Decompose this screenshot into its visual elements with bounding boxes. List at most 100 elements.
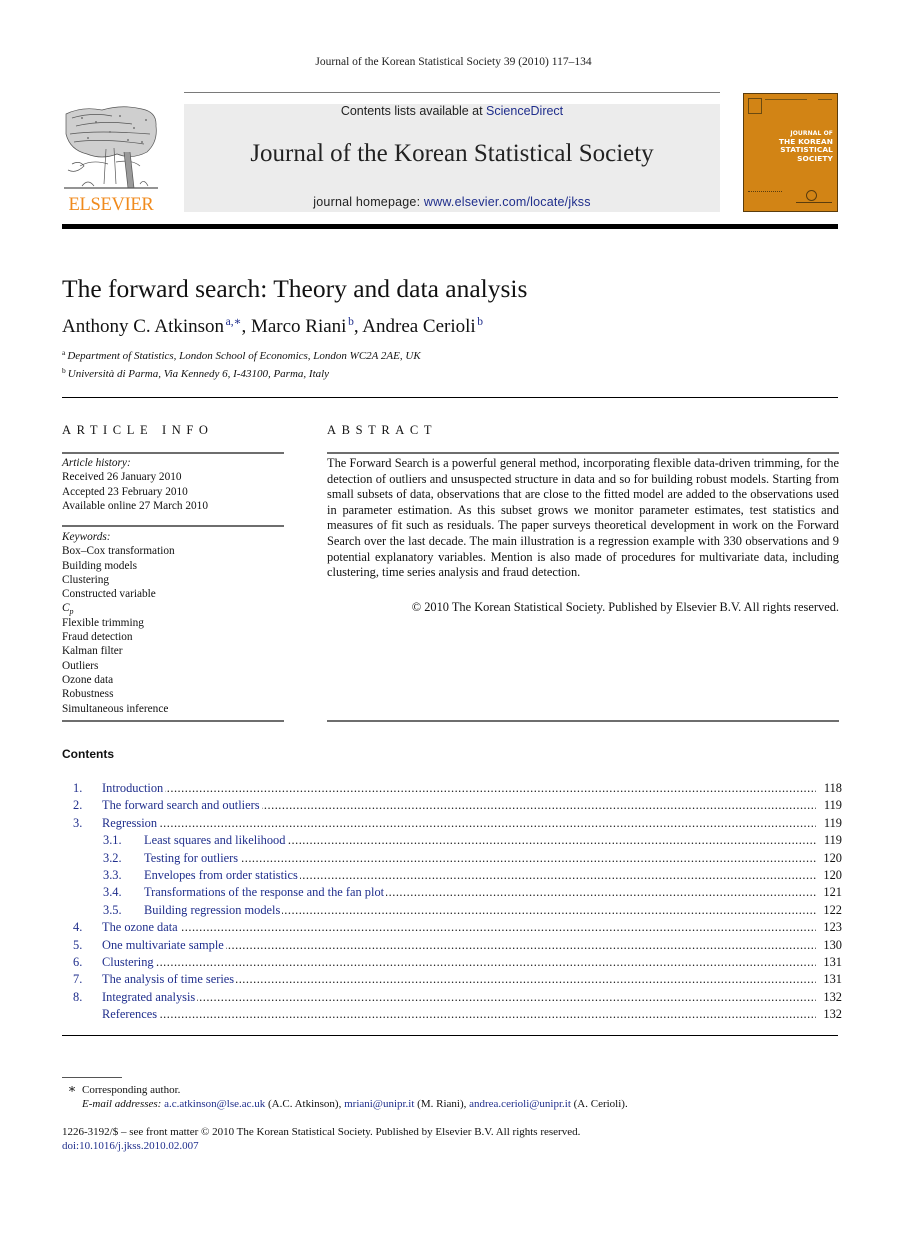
toc-number: 4. <box>73 920 83 935</box>
email-label: E-mail addresses: <box>82 1098 162 1110</box>
section-divider <box>62 397 838 398</box>
toc-title-link[interactable]: Introduction <box>102 781 166 795</box>
toc-dot-leader: ........................................… <box>102 954 816 969</box>
toc-number: 3.5. <box>103 902 122 917</box>
toc-title-link[interactable]: Integrated analysis <box>102 989 198 1004</box>
toc-entry[interactable]: 3.4.....................................… <box>62 884 842 901</box>
affiliation: a Department of Statistics, London School… <box>62 349 421 362</box>
keyword: Kalman filter <box>62 645 123 658</box>
toc-title-link[interactable]: The ozone data <box>102 920 180 935</box>
toc-entry[interactable]: 3.2.....................................… <box>62 850 842 867</box>
corresponding-author-note: ∗ Corresponding author. <box>62 1081 181 1097</box>
author-name: Anthony C. Atkinson <box>62 316 225 337</box>
toc-dot-leader: ........................................… <box>102 989 816 1004</box>
author-separator: , <box>241 316 251 337</box>
article-info-rule <box>62 720 284 722</box>
affiliation: b Università di Parma, Via Kennedy 6, I-4… <box>62 366 329 380</box>
toc-number: 2. <box>73 798 83 813</box>
toc-entry[interactable]: 1.......................................… <box>62 780 842 797</box>
toc-entry[interactable]: 7.......................................… <box>62 971 842 988</box>
author-separator: , <box>353 316 363 337</box>
toc-title-link[interactable]: One multivariate sample <box>102 937 226 952</box>
toc-entry[interactable]: 5.......................................… <box>62 937 842 954</box>
keywords-label: Keywords: <box>62 531 111 543</box>
toc-title-link[interactable]: Building regression models <box>144 902 283 917</box>
footnote-star: ∗ <box>67 1081 77 1096</box>
email-link[interactable]: mriani@unipr.it <box>344 1098 414 1110</box>
toc-title-container: ........................................… <box>144 850 816 867</box>
toc-number: 3.3. <box>103 867 122 882</box>
toc-title-container: ........................................… <box>102 937 816 954</box>
toc-entry[interactable]: ........................................… <box>62 1006 842 1023</box>
cover-topline-right <box>818 99 832 100</box>
homepage-link[interactable]: www.elsevier.com/locate/jkss <box>424 195 591 209</box>
contents-availability: Contents lists available at ScienceDirec… <box>184 104 720 118</box>
toc-title-container: ........................................… <box>144 902 816 919</box>
author-affil-link[interactable]: a,∗ <box>226 316 242 328</box>
elsevier-logo[interactable]: ELSEVIER <box>62 104 160 215</box>
toc-page-number: 132 <box>823 989 842 1004</box>
email-link[interactable]: andrea.cerioli@unipr.it <box>469 1098 571 1110</box>
toc-entry[interactable]: 8.......................................… <box>62 989 842 1006</box>
email-link[interactable]: a.c.atkinson@lse.ac.uk <box>164 1098 265 1110</box>
toc-entry[interactable]: 3.5.....................................… <box>62 902 842 919</box>
toc-entry[interactable]: 2.......................................… <box>62 797 842 814</box>
corresponding-author-text: Corresponding author. <box>82 1084 181 1096</box>
toc-entry[interactable]: 3.3.....................................… <box>62 867 842 884</box>
abstract-rule <box>327 452 839 454</box>
toc-title-link[interactable]: The analysis of time series <box>102 972 237 987</box>
toc-number: 3.4. <box>103 885 122 900</box>
toc-page-number: 131 <box>823 954 842 969</box>
toc-title-link[interactable]: Testing for outliers <box>144 850 241 865</box>
doi-link[interactable]: doi:10.1016/j.jkss.2010.02.007 <box>62 1140 199 1152</box>
toc-dot-leader: ........................................… <box>102 920 816 935</box>
email-owner: (A.C. Atkinson), <box>265 1098 345 1110</box>
keyword-cp: Cp <box>62 602 74 617</box>
toc-title-link[interactable]: Least squares and likelihood <box>144 833 288 848</box>
keywords-list: Keywords: Box–Cox transformation Buildin… <box>62 530 175 716</box>
table-of-contents: 1.......................................… <box>62 780 842 1023</box>
masthead-bottom-rule <box>62 224 838 229</box>
toc-entry[interactable]: 3.1.....................................… <box>62 832 842 849</box>
author-list: Anthony C. Atkinson a,∗, Marco Riani b, … <box>62 316 483 338</box>
toc-title-link[interactable]: Transformations of the response and the … <box>144 885 387 900</box>
keyword: Flexible trimming <box>62 616 144 629</box>
abstract-copyright: © 2010 The Korean Statistical Society. P… <box>411 600 839 614</box>
toc-number: 5. <box>73 937 83 952</box>
toc-entry[interactable]: 6.......................................… <box>62 954 842 971</box>
toc-title-link[interactable]: The forward search and outliers <box>102 798 262 813</box>
toc-page-number: 119 <box>823 833 842 848</box>
toc-title-link[interactable]: Regression <box>102 815 160 830</box>
sciencedirect-link[interactable]: ScienceDirect <box>486 104 563 118</box>
toc-number: 6. <box>73 954 83 969</box>
journal-cover-thumbnail[interactable]: JOURNAL OF THE KOREAN STATISTICAL SOCIET… <box>743 93 838 212</box>
toc-dot-leader: ........................................… <box>102 1007 816 1022</box>
toc-title-container: ........................................… <box>102 954 816 971</box>
toc-entry[interactable]: 3.......................................… <box>62 815 842 832</box>
toc-number: 8. <box>73 989 83 1004</box>
toc-number: 3.1. <box>103 833 122 848</box>
affiliation-mark: b <box>62 366 66 375</box>
cover-stamp-icon <box>748 98 762 114</box>
toc-title-container: ........................................… <box>102 780 816 797</box>
toc-title-container: ........................................… <box>102 815 816 832</box>
toc-page-number: 123 <box>823 920 842 935</box>
toc-page-number: 132 <box>823 1007 842 1022</box>
toc-entry[interactable]: 4.......................................… <box>62 919 842 936</box>
author-name: Andrea Cerioli <box>362 316 476 337</box>
keyword: Clustering <box>62 573 110 586</box>
toc-title-link[interactable]: Clustering <box>102 954 156 969</box>
toc-page-number: 118 <box>823 781 842 795</box>
cover-topline <box>765 99 807 100</box>
toc-title-link[interactable]: References <box>102 1007 160 1022</box>
abstract-text: The Forward Search is a powerful general… <box>327 456 839 580</box>
contents-prefix: Contents lists available at <box>340 104 487 118</box>
cover-sciencedirect-mark <box>748 191 782 206</box>
author-affil-link[interactable]: b <box>477 316 483 328</box>
toc-title-link[interactable]: Envelopes from order statistics <box>144 867 300 882</box>
keyword: Fraud detection <box>62 631 133 644</box>
toc-title-container: ........................................… <box>102 989 816 1006</box>
toc-page-number: 130 <box>823 937 842 952</box>
keyword: Simultaneous inference <box>62 702 169 715</box>
article-info-rule <box>62 525 284 527</box>
